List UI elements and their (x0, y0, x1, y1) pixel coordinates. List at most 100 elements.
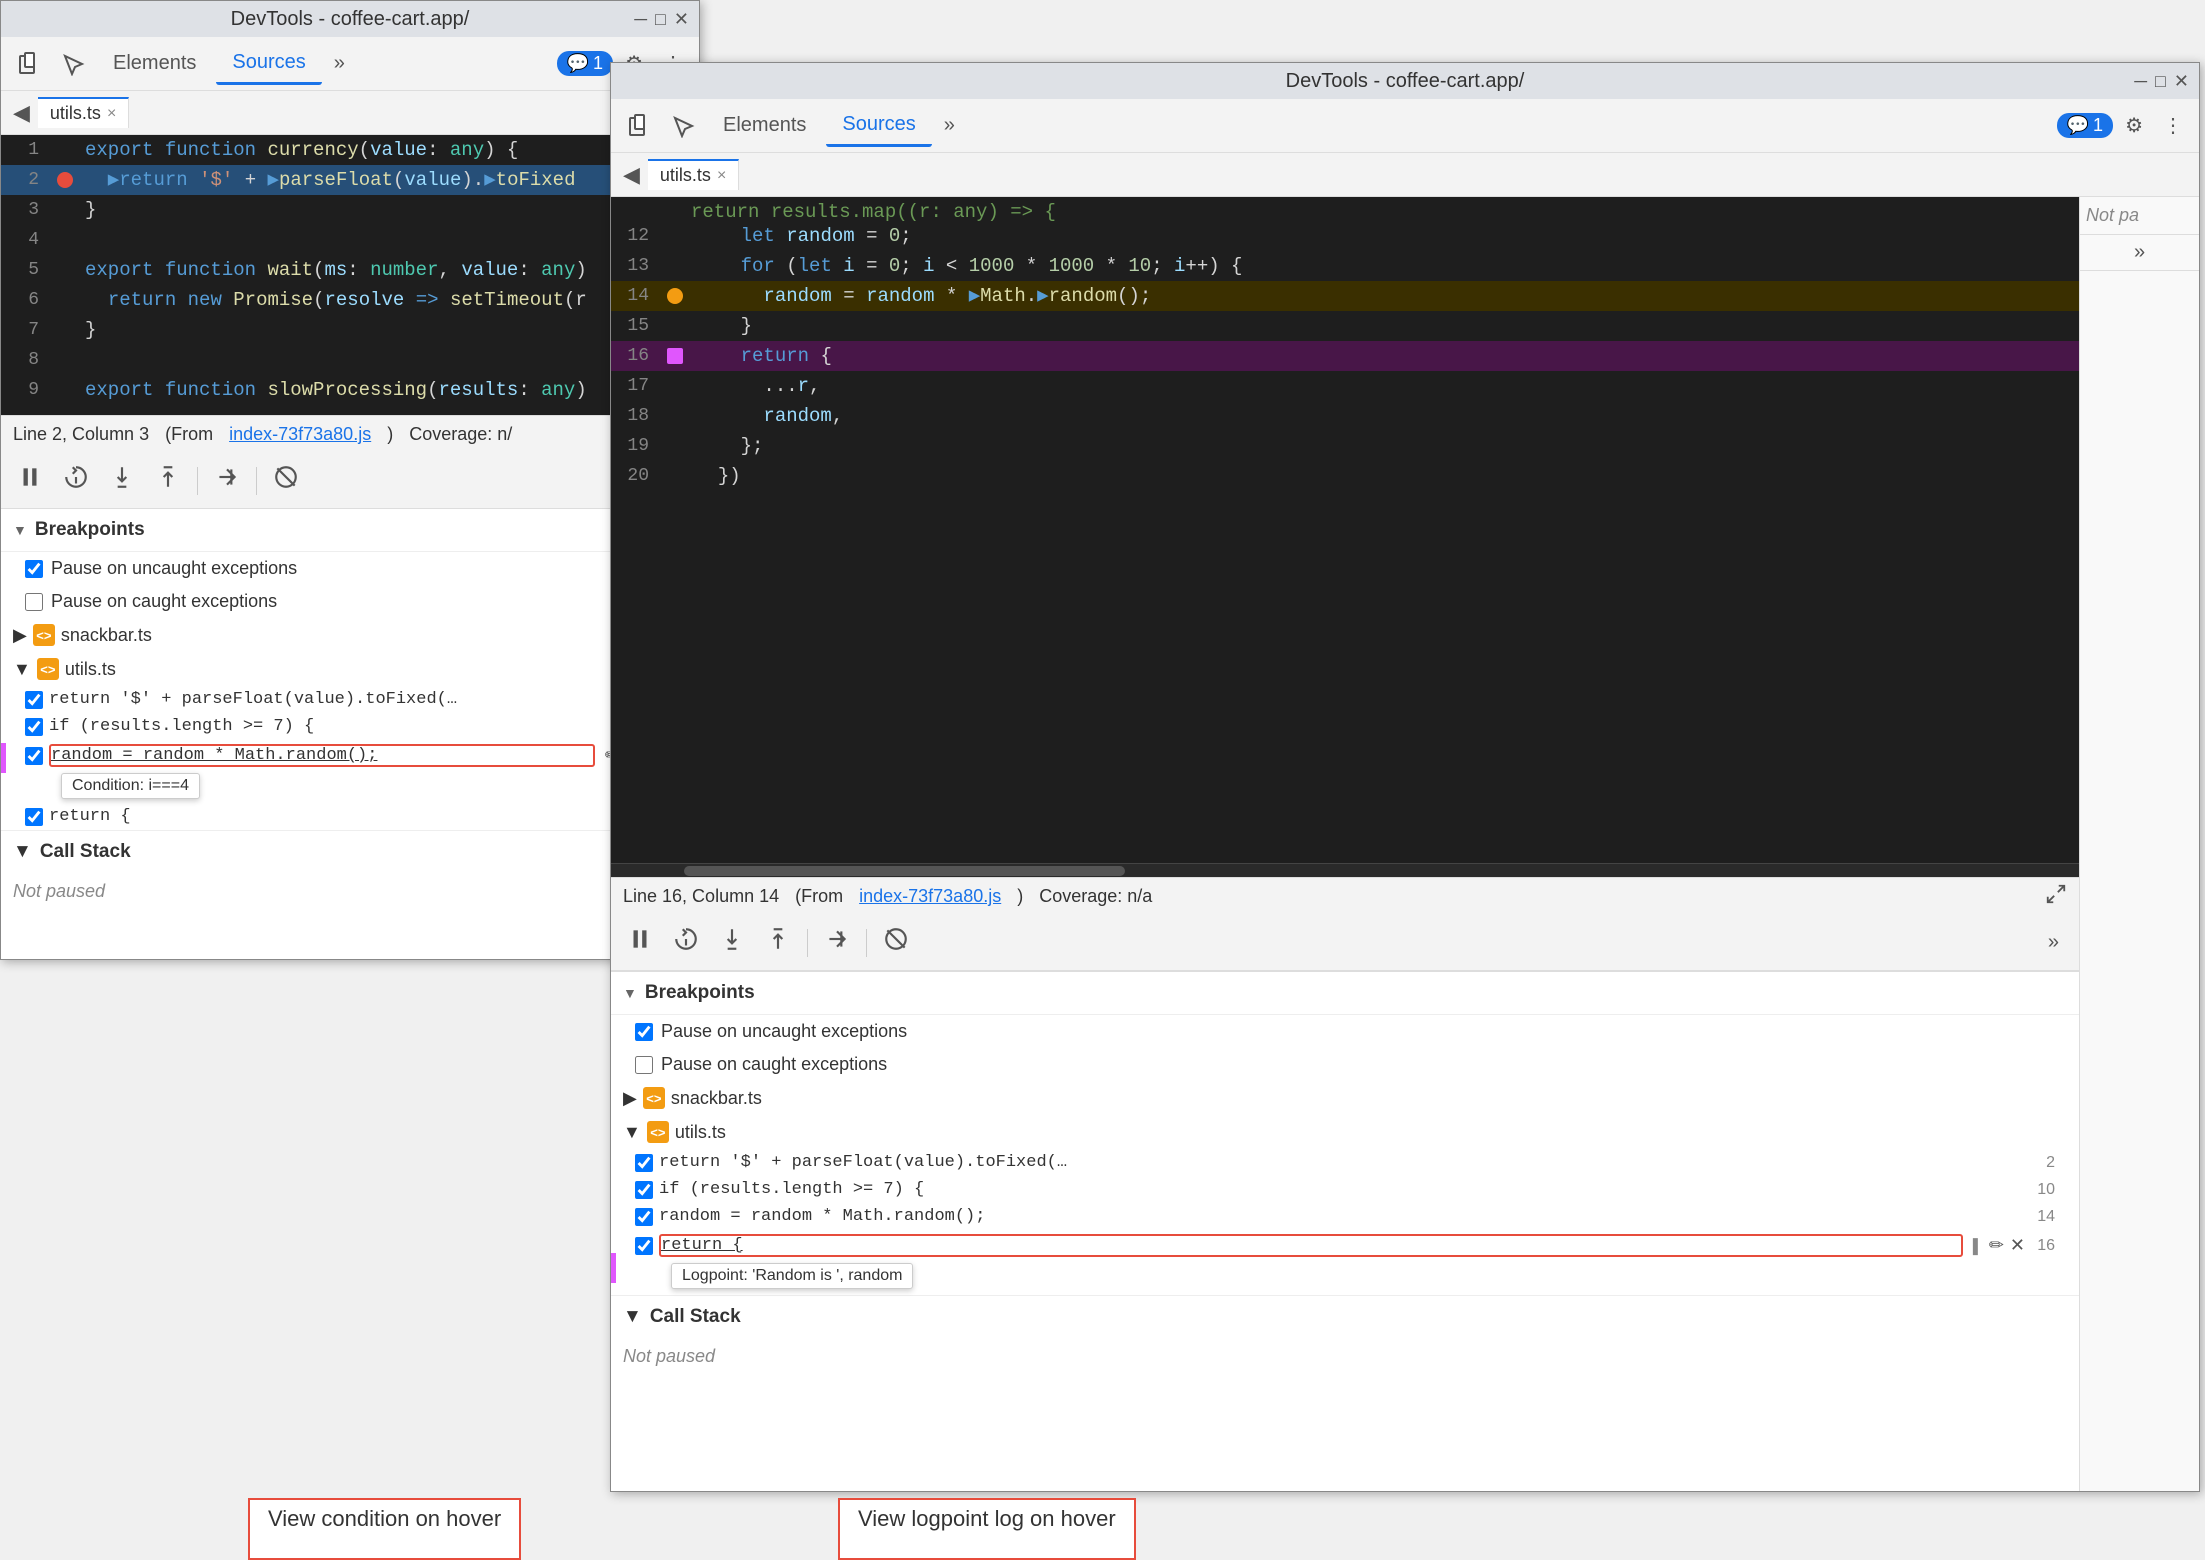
line-num-14-right: 14 (611, 281, 659, 311)
line-gutter-14-right (659, 281, 691, 311)
more-options-button-right[interactable]: ⋮ (2155, 109, 2191, 142)
device-toggle-button[interactable] (9, 48, 49, 80)
deactivate-button-left[interactable] (269, 460, 303, 501)
minimize-icon-right[interactable]: ─ (2134, 71, 2147, 92)
pause-button-right[interactable] (623, 922, 657, 963)
call-stack-header-left[interactable]: ▼ Call Stack (1, 830, 699, 873)
continue-button-right[interactable] (820, 922, 854, 963)
bp-line-3-right: 14 (2031, 1208, 2055, 1226)
minimize-icon[interactable]: ─ (634, 9, 647, 30)
pause-caught-checkbox-right[interactable] (635, 1056, 653, 1074)
window-titlebar-left: DevTools - coffee-cart.app/ ─ □ ✕ (1, 1, 699, 37)
sources-tab-right[interactable]: Sources (826, 105, 931, 147)
pause-uncaught-checkbox-left[interactable] (25, 560, 43, 578)
bp-check-2-right[interactable] (635, 1181, 653, 1199)
file-tab-close-left[interactable]: × (107, 105, 116, 123)
line-content-5: export function wait(ms: number, value: … (81, 255, 699, 285)
condition-tooltip-left: Condition: i===4 (61, 773, 200, 799)
logpoint-strip-left (1, 743, 6, 773)
message-badge-left[interactable]: 💬 1 (557, 51, 613, 76)
file-utils-right[interactable]: ▼ <> utils.ts (611, 1115, 2079, 1149)
continue-button-left[interactable] (210, 460, 244, 501)
status-bar-left: Line 2, Column 3 (From index-73f73a80.js… (1, 415, 699, 453)
code-line-19-right: 19 }; (611, 431, 2079, 461)
bp-check-4-right[interactable] (635, 1237, 653, 1255)
more-debug-button-right[interactable]: » (2040, 927, 2067, 958)
file-tab-utils-right[interactable]: utils.ts × (648, 159, 739, 190)
file-tab-utils-left[interactable]: utils.ts × (38, 97, 129, 128)
line-gutter-1 (49, 135, 81, 165)
line-content-3: } (81, 195, 699, 225)
elements-tab-right[interactable]: Elements (707, 106, 822, 145)
bp-check-1-right[interactable] (635, 1154, 653, 1172)
close-icon-right[interactable]: ✕ (2174, 71, 2189, 92)
bp-check-1-left[interactable] (25, 691, 43, 709)
restore-icon[interactable]: □ (655, 9, 666, 30)
debug-separator-1-right (807, 929, 808, 957)
more-tabs-button-right[interactable]: » (936, 110, 963, 141)
step-into-button-left[interactable] (105, 460, 139, 501)
sidebar-toggle-left[interactable]: ◀ (5, 96, 38, 130)
line-gutter-7 (49, 315, 81, 345)
code-line-7: 7 } (1, 315, 699, 345)
side-more-button[interactable]: » (2080, 235, 2199, 271)
file-arrow-utils-right: ▼ (623, 1122, 641, 1143)
line-num-20-right: 20 (611, 461, 659, 491)
code-line-1: 1 export function currency(value: any) { (1, 135, 699, 165)
restore-icon-right[interactable]: □ (2155, 71, 2166, 92)
step-into-button-right[interactable] (715, 922, 749, 963)
window-title-left: DevTools - coffee-cart.app/ (231, 8, 470, 31)
close-icon[interactable]: ✕ (674, 9, 689, 30)
pause-caught-checkbox-left[interactable] (25, 593, 43, 611)
line-num-1: 1 (1, 135, 49, 165)
line-num-15-right: 15 (611, 311, 659, 341)
sidebar-toggle-right[interactable]: ◀ (615, 158, 648, 192)
file-tab-name-right: utils.ts (660, 165, 711, 186)
pause-button-left[interactable] (13, 460, 47, 501)
device-toggle-button-right[interactable] (619, 110, 659, 142)
file-utils-left[interactable]: ▼ <> utils.ts (1, 652, 699, 686)
inspect-button[interactable] (53, 48, 93, 80)
file-snackbar-right[interactable]: ▶ <> snackbar.ts (611, 1081, 2079, 1115)
line-content-9: export function slowProcessing(results: … (81, 375, 699, 405)
bp-cursor-right: ▌ (1973, 1238, 1983, 1254)
message-badge-right[interactable]: 💬 1 (2057, 113, 2113, 138)
bp-check-2-left[interactable] (25, 718, 43, 736)
edit-icon-4-right[interactable]: ✏ (1989, 1235, 2004, 1256)
code-line-6: 6 return new Promise(resolve => setTimeo… (1, 285, 699, 315)
file-tab-close-right[interactable]: × (717, 167, 726, 185)
code-line-14-right: 14 random = random * ▶Math.▶random(); (611, 281, 2079, 311)
breakpoints-section-header-right[interactable]: ▼ Breakpoints (611, 972, 2079, 1015)
h-scrollbar-right[interactable] (611, 863, 2079, 877)
more-tabs-button-left[interactable]: » (326, 48, 353, 79)
breakpoints-section-header-left[interactable]: ▼ Breakpoints (1, 509, 699, 552)
line-num-9: 9 (1, 375, 49, 405)
delete-icon-4-right[interactable]: ✕ (2010, 1235, 2025, 1256)
line-num-2: 2 (1, 165, 49, 195)
call-stack-header-right[interactable]: ▼ Call Stack (611, 1295, 2079, 1338)
elements-tab-left[interactable]: Elements (97, 44, 212, 83)
line-num-3: 3 (1, 195, 49, 225)
breakpoints-label-left: Breakpoints (35, 519, 145, 541)
source-link-right[interactable]: index-73f73a80.js (859, 886, 1001, 907)
step-out-button-right[interactable] (761, 922, 795, 963)
source-link-left[interactable]: index-73f73a80.js (229, 424, 371, 445)
bp-code-3-right: random = random * Math.random(); (659, 1207, 2025, 1226)
sources-tab-left[interactable]: Sources (216, 43, 321, 85)
h-scrollbar-thumb-right[interactable] (684, 866, 1124, 876)
debug-separator-2 (256, 467, 257, 495)
pause-uncaught-checkbox-right[interactable] (635, 1023, 653, 1041)
main-content-right: return results.map((r: any) => { 12 let … (611, 197, 2199, 1491)
bp-check-3-right[interactable] (635, 1208, 653, 1226)
deactivate-button-right[interactable] (879, 922, 913, 963)
bp-check-4-left[interactable] (25, 808, 43, 826)
file-snackbar-left[interactable]: ▶ <> snackbar.ts (1, 618, 699, 652)
inspect-button-right[interactable] (663, 110, 703, 142)
step-over-button-right[interactable] (669, 922, 703, 963)
step-out-button-left[interactable] (151, 460, 185, 501)
line-gutter-3 (49, 195, 81, 225)
settings-button-right[interactable]: ⚙ (2117, 109, 2151, 142)
bp-check-3-left[interactable] (25, 747, 43, 765)
step-over-button-left[interactable] (59, 460, 93, 501)
status-expand-btn[interactable] (2045, 883, 2067, 910)
